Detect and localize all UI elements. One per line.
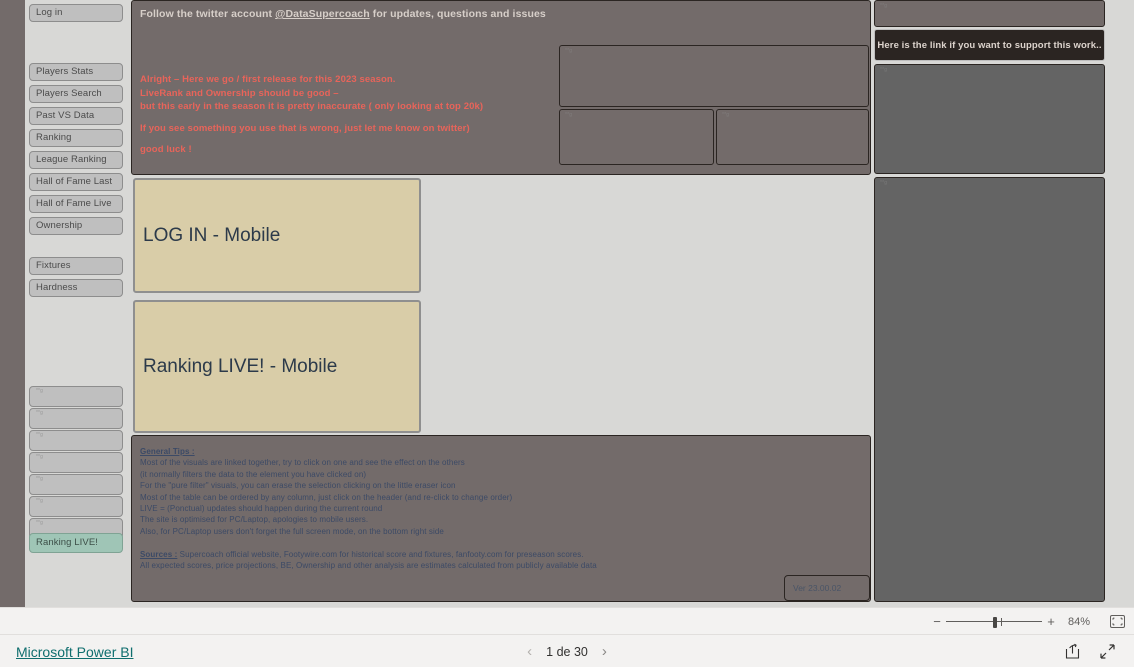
sidebar-item-hall-of-fame-last[interactable]: Hall of Fame Last: [29, 173, 123, 191]
twitter-handle-link[interactable]: @DataSupercoach: [275, 8, 370, 20]
zoom-slider-thumb[interactable]: [993, 616, 997, 628]
chevron-left-icon[interactable]: ‹: [527, 644, 532, 659]
general-tips-heading: General Tips :: [140, 447, 195, 456]
fit-to-page-icon[interactable]: [1100, 615, 1134, 628]
sources-line-2: All expected scores, price projections, …: [140, 561, 597, 571]
twitter-prefix: Follow the twitter account: [140, 8, 276, 20]
release-spacer-2: [140, 135, 483, 143]
ranking-live-mobile-label: Ranking LIVE! - Mobile: [143, 355, 338, 377]
chevron-right-icon[interactable]: ›: [602, 644, 607, 659]
sidebar-item-ownership[interactable]: Ownership: [29, 217, 123, 235]
general-tip-line: Most of the table can be ordered by any …: [140, 492, 513, 502]
placeholder-label: **g: [565, 112, 573, 118]
page-navigator: ‹ 1 de 30 ›: [527, 644, 607, 659]
sidebar-item-blank-5[interactable]: **g: [29, 474, 123, 495]
release-line-1: Alright – Here we go / first release for…: [140, 74, 396, 85]
sidebar-item-ranking-live[interactable]: Ranking LIVE!: [29, 533, 123, 553]
placeholder-label: **g: [880, 3, 888, 9]
sources-line-1-text: Supercoach official website, Footywire.c…: [177, 550, 584, 559]
zoom-in-button[interactable]: +: [1044, 615, 1058, 628]
placeholder-label: **g: [722, 112, 730, 118]
announcement-card: Follow the twitter account @DataSupercoa…: [131, 0, 871, 175]
general-tip-line: The site is optimised for PC/Laptop, apo…: [140, 515, 369, 525]
ranking-live-mobile-tile[interactable]: Ranking LIVE! - Mobile: [133, 300, 421, 433]
right-empty-visual-top[interactable]: **g: [874, 0, 1105, 27]
right-empty-visual-middle[interactable]: **g: [874, 64, 1105, 174]
sidebar-item-hardness[interactable]: Hardness: [29, 279, 123, 297]
general-tips-card: General Tips : Most of the visuals are l…: [131, 435, 871, 602]
sidebar-item-past-vs-data[interactable]: Past VS Data: [29, 107, 123, 125]
sidebar-item-blank-3[interactable]: **g: [29, 430, 123, 451]
release-line-4: If you see something you use that is wro…: [140, 122, 470, 134]
sidebar-item-blank-2[interactable]: **g: [29, 408, 123, 429]
release-line-5: good luck !: [140, 144, 192, 155]
power-bi-report-viewer: Log in Players Stats Players Search Past…: [0, 0, 1134, 667]
placeholder-label: **g: [880, 67, 888, 73]
empty-visual-top[interactable]: **g: [559, 45, 869, 107]
release-line-3: but this early in the season it is prett…: [140, 101, 484, 112]
page-indicator-label: 1 de 30: [546, 644, 588, 659]
log-in-mobile-label: LOG IN - Mobile: [143, 224, 281, 246]
report-canvas: Log in Players Stats Players Search Past…: [0, 0, 1134, 607]
placeholder-label: **g: [880, 180, 888, 186]
left-edge-strip: [0, 0, 25, 607]
right-empty-visual-tall[interactable]: **g: [874, 177, 1105, 602]
support-link-text: Here is the link if you want to support …: [877, 39, 1102, 51]
general-tip-line: Most of the visuals are linked together,…: [140, 458, 465, 468]
sidebar-item-fixtures[interactable]: Fixtures: [29, 257, 123, 275]
zoom-slider[interactable]: [946, 616, 1042, 628]
placeholder-label: **g: [565, 48, 573, 54]
general-tips-text: General Tips : Most of the visuals are l…: [140, 446, 512, 537]
empty-visual-bottom-left[interactable]: **g: [559, 109, 714, 165]
sidebar-item-players-stats[interactable]: Players Stats: [29, 63, 123, 81]
twitter-suffix: for updates, questions and issues: [369, 8, 546, 20]
sidebar-item-log-in[interactable]: Log in: [29, 4, 123, 22]
general-tip-line: For the "pure filter" visuals, you can e…: [140, 481, 456, 491]
general-tip-line: Also, for PC/Laptop users don't forget t…: [140, 526, 444, 536]
version-badge: Ver 23.00.02: [784, 575, 870, 601]
microsoft-power-bi-link[interactable]: Microsoft Power BI: [16, 644, 133, 660]
log-in-mobile-tile[interactable]: LOG IN - Mobile: [133, 178, 421, 293]
sidebar-item-blank-6[interactable]: **g: [29, 496, 123, 517]
sidebar-item-hall-of-fame-live[interactable]: Hall of Fame Live: [29, 195, 123, 213]
fullscreen-icon[interactable]: [1099, 643, 1116, 660]
sources-line-1: Sources : Supercoach official website, F…: [140, 549, 597, 560]
zoom-slider-tick: [1001, 617, 1002, 626]
sidebar-nav: Log in Players Stats Players Search Past…: [25, 0, 131, 607]
sidebar-item-blank-4[interactable]: **g: [29, 452, 123, 473]
sources-heading: Sources :: [140, 550, 178, 559]
twitter-follow-line: Follow the twitter account @DataSupercoa…: [140, 8, 546, 20]
zoom-out-button[interactable]: −: [930, 615, 944, 628]
report-footer: Microsoft Power BI ‹ 1 de 30 ›: [0, 634, 1134, 667]
sidebar-item-players-search[interactable]: Players Search: [29, 85, 123, 103]
zoom-level-label: 84%: [1067, 615, 1091, 628]
footer-actions: [1064, 643, 1116, 660]
release-note: Alright – Here we go / first release for…: [140, 73, 483, 157]
sidebar-item-league-ranking[interactable]: League Ranking: [29, 151, 123, 169]
sidebar-item-ranking[interactable]: Ranking: [29, 129, 123, 147]
sources-text: Sources : Supercoach official website, F…: [140, 549, 597, 572]
share-icon[interactable]: [1064, 643, 1081, 660]
zoom-toolbar: − + 84%: [0, 607, 1134, 635]
version-label: Ver 23.00.02: [793, 583, 842, 593]
sidebar-item-blank-1[interactable]: **g: [29, 386, 123, 407]
canvas-gap-middle: [424, 177, 874, 433]
support-link-banner[interactable]: Here is the link if you want to support …: [874, 29, 1105, 61]
release-line-2: LiveRank and Ownership should be good –: [140, 87, 339, 99]
release-spacer-1: [140, 114, 483, 122]
general-tip-line: (it normally filters the data to the ele…: [140, 469, 367, 479]
empty-visual-bottom-right[interactable]: **g: [716, 109, 869, 165]
general-tip-line: LIVE = (Ponctual) updates should happen …: [140, 504, 383, 514]
